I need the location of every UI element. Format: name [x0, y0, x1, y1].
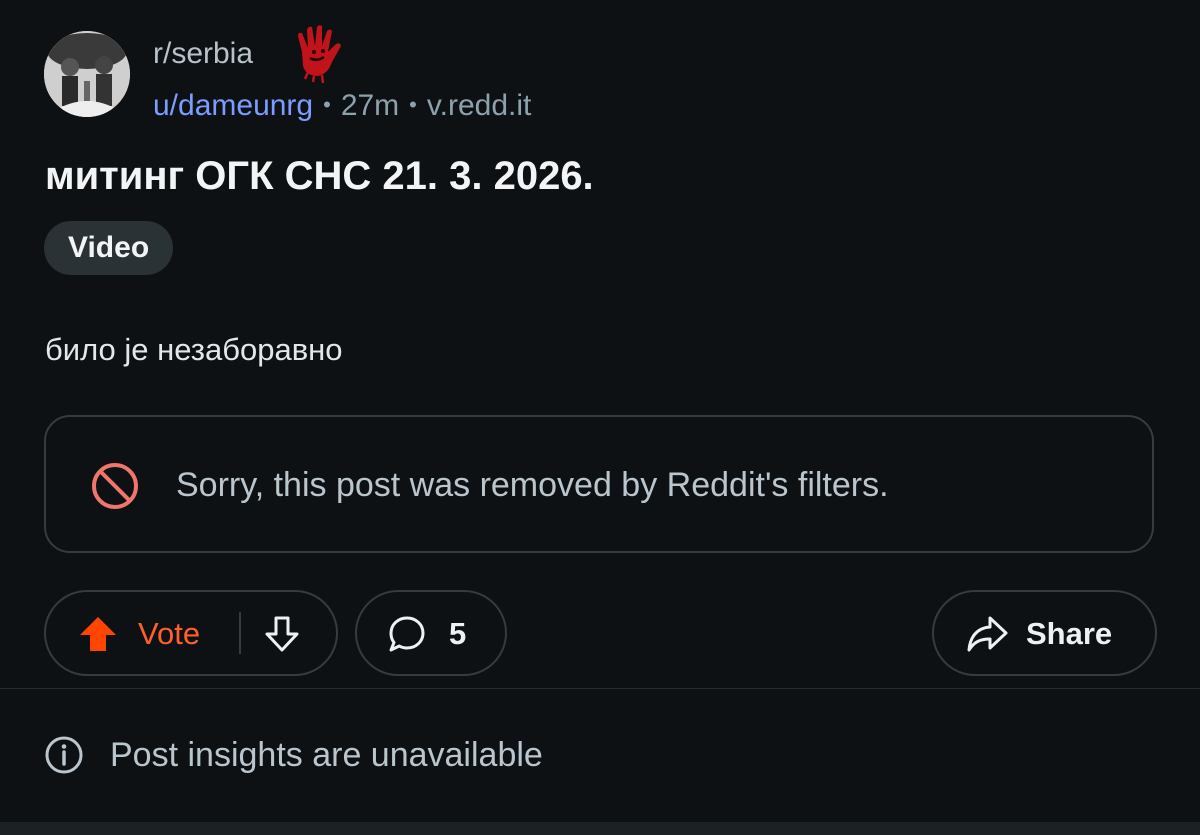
meta-separator: •: [409, 92, 417, 117]
bottom-bar: [0, 822, 1200, 835]
comment-count: 5: [449, 616, 467, 651]
removed-notice-text: Sorry, this post was removed by Reddit's…: [176, 466, 889, 504]
avatar-image: [44, 31, 130, 117]
reddit-post-view: r/serbia u/dameunrg • 27m • v.redd.it митинг…: [0, 0, 1200, 835]
share-arrow-icon: [967, 616, 1008, 652]
subreddit-avatar[interactable]: [44, 31, 130, 117]
removed-notice: Sorry, this post was removed by Reddit's…: [44, 415, 1154, 553]
vote-control: Vote: [44, 590, 338, 676]
info-icon: [45, 736, 83, 774]
downvote-arrow-icon[interactable]: [262, 614, 302, 654]
share-label: Share: [1026, 616, 1113, 651]
author-link[interactable]: u/dameunrg: [153, 89, 313, 122]
insights-text: Post insights are unavailable: [110, 736, 543, 774]
section-divider: [0, 688, 1200, 689]
post-domain[interactable]: v.redd.it: [427, 89, 532, 122]
comments-button[interactable]: 5: [355, 590, 507, 676]
prohibited-icon: [92, 463, 138, 509]
subreddit-name[interactable]: r/serbia: [153, 36, 253, 72]
post-body: било је незаборавно: [45, 332, 343, 367]
vote-label: Vote: [138, 616, 201, 651]
share-button[interactable]: Share: [932, 590, 1157, 676]
post-flair[interactable]: Video: [44, 221, 174, 275]
post-meta: u/dameunrg • 27m • v.redd.it: [153, 86, 531, 125]
post-title: митинг ОГК СНС 21. 3. 2026.: [45, 154, 594, 198]
vote-divider: [239, 612, 241, 654]
red-handprint-icon: [298, 25, 341, 84]
comment-bubble-icon: [389, 616, 425, 652]
post-age: 27m: [340, 89, 400, 122]
meta-separator: •: [323, 92, 331, 117]
upvote-arrow-icon[interactable]: [78, 614, 118, 654]
